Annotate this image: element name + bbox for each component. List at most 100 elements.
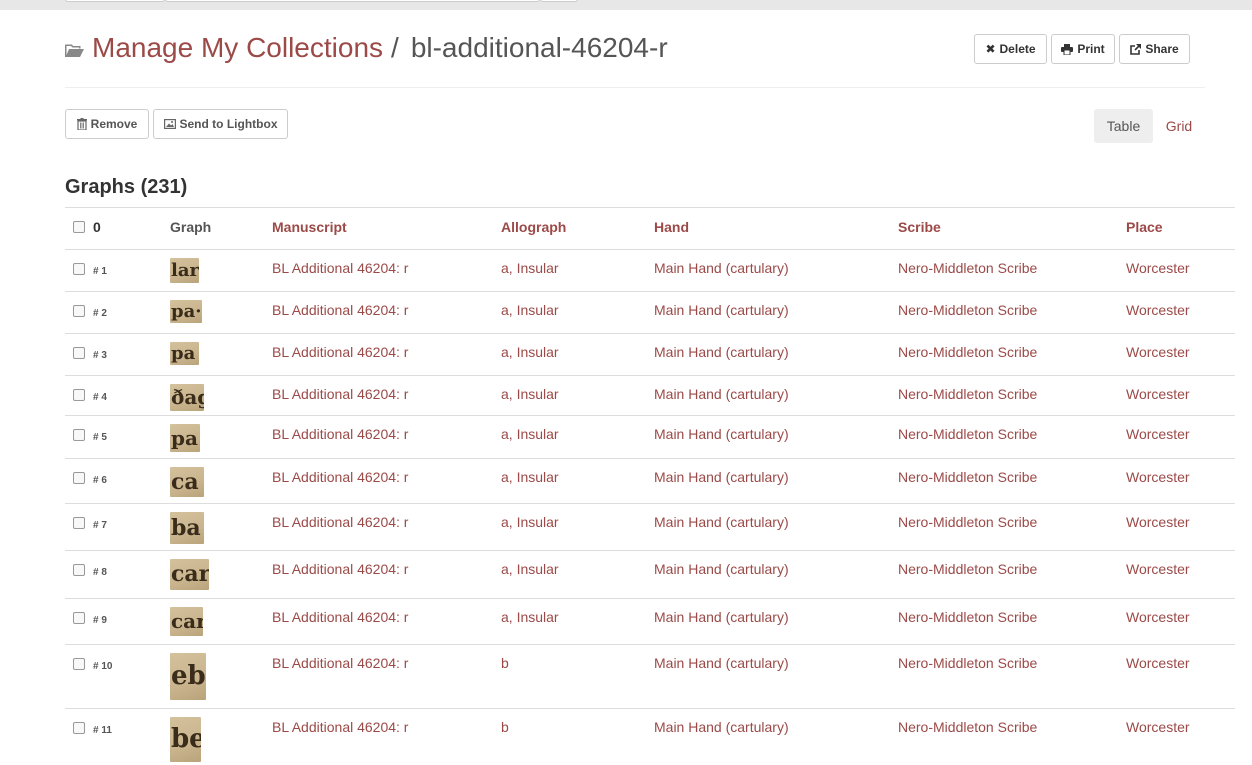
column-header-allograph[interactable]: Allograph [501, 207, 654, 250]
row-select-cell: # 10 [65, 644, 170, 709]
row-checkbox[interactable] [73, 429, 85, 441]
manuscript-cell[interactable]: BL Additional 46204: r [272, 458, 501, 504]
table-view-tab[interactable]: Table [1094, 109, 1153, 143]
scribe-cell[interactable]: Nero-Middleton Scribe [898, 375, 1126, 416]
search-input[interactable] [165, 0, 540, 2]
select-all-checkbox[interactable] [73, 221, 85, 233]
hand-cell[interactable]: Main Hand (cartulary) [654, 333, 898, 376]
column-header-hand[interactable]: Hand [654, 207, 898, 250]
place-cell[interactable]: Worcester [1126, 415, 1235, 459]
allograph-cell[interactable]: a, Insular [501, 458, 654, 504]
remove-button[interactable]: Remove [65, 109, 149, 139]
scribe-cell[interactable]: Nero-Middleton Scribe [898, 249, 1126, 292]
hand-cell[interactable]: Main Hand (cartulary) [654, 249, 898, 292]
hand-cell[interactable]: Main Hand (cartulary) [654, 644, 898, 709]
graph-thumbnail-image[interactable]: ebe [170, 653, 206, 700]
graph-thumbnail-image[interactable]: be [170, 717, 201, 762]
place-cell[interactable]: Worcester [1126, 458, 1235, 504]
hand-cell[interactable]: Main Hand (cartulary) [654, 291, 898, 334]
column-header-scribe[interactable]: Scribe [898, 207, 1126, 250]
place-cell[interactable]: Worcester [1126, 503, 1235, 551]
manuscript-cell[interactable]: BL Additional 46204: r [272, 550, 501, 599]
hand-cell[interactable]: Main Hand (cartulary) [654, 458, 898, 504]
allograph-cell[interactable]: a, Insular [501, 550, 654, 599]
place-cell[interactable]: Worcester [1126, 249, 1235, 292]
row-number: # 5 [93, 432, 107, 443]
graph-thumbnail-cell: ðag [170, 375, 272, 416]
place-cell[interactable]: Worcester [1126, 598, 1235, 645]
graph-thumbnail-image[interactable]: car [170, 607, 203, 636]
scribe-cell[interactable]: Nero-Middleton Scribe [898, 333, 1126, 376]
place-cell[interactable]: Worcester [1126, 291, 1235, 334]
hand-cell[interactable]: Main Hand (cartulary) [654, 708, 898, 765]
place-cell[interactable]: Worcester [1126, 333, 1235, 376]
allograph-cell[interactable]: a, Insular [501, 503, 654, 551]
scribe-cell[interactable]: Nero-Middleton Scribe [898, 598, 1126, 645]
share-button[interactable]: Share [1119, 34, 1190, 64]
hand-cell[interactable]: Main Hand (cartulary) [654, 375, 898, 416]
column-header-manuscript[interactable]: Manuscript [272, 207, 501, 250]
scribe-cell[interactable]: Nero-Middleton Scribe [898, 415, 1126, 459]
allograph-cell[interactable]: a, Insular [501, 333, 654, 376]
allograph-cell[interactable]: a, Insular [501, 375, 654, 416]
row-checkbox[interactable] [73, 612, 85, 624]
row-checkbox[interactable] [73, 389, 85, 401]
allograph-cell[interactable]: a, Insular [501, 415, 654, 459]
hand-cell[interactable]: Main Hand (cartulary) [654, 550, 898, 599]
allograph-cell[interactable]: b [501, 644, 654, 709]
delete-button[interactable]: ✖ Delete [974, 34, 1047, 64]
allograph-cell[interactable]: a, Insular [501, 598, 654, 645]
manuscript-cell[interactable]: BL Additional 46204: r [272, 708, 501, 765]
place-cell[interactable]: Worcester [1126, 708, 1235, 765]
row-checkbox[interactable] [73, 517, 85, 529]
row-checkbox[interactable] [73, 722, 85, 734]
scribe-cell[interactable]: Nero-Middleton Scribe [898, 458, 1126, 504]
row-checkbox[interactable] [73, 564, 85, 576]
scribe-cell[interactable]: Nero-Middleton Scribe [898, 291, 1126, 334]
manuscript-cell[interactable]: BL Additional 46204: r [272, 291, 501, 334]
graph-thumbnail-image[interactable]: ðag [170, 384, 204, 411]
graph-thumbnail-image[interactable]: pa [170, 424, 200, 452]
place-cell[interactable]: Worcester [1126, 375, 1235, 416]
manuscript-cell[interactable]: BL Additional 46204: r [272, 415, 501, 459]
table-row: # 9 car BL Additional 46204: r a, Insular Ma… [65, 598, 1235, 645]
scribe-cell[interactable]: Nero-Middleton Scribe [898, 708, 1126, 765]
breadcrumb-manage-collections-link[interactable]: Manage My Collections [92, 32, 383, 64]
graph-thumbnail-cell: car [170, 598, 272, 645]
graph-thumbnail-image[interactable]: pa [170, 342, 199, 365]
grid-view-tab[interactable]: Grid [1153, 109, 1205, 143]
column-header-place[interactable]: Place [1126, 207, 1235, 250]
hand-cell[interactable]: Main Hand (cartulary) [654, 503, 898, 551]
graph-thumbnail-glyph: ba [171, 515, 201, 541]
manuscript-cell[interactable]: BL Additional 46204: r [272, 598, 501, 645]
row-checkbox[interactable] [73, 658, 85, 670]
row-checkbox[interactable] [73, 305, 85, 317]
send-to-lightbox-button[interactable]: Send to Lightbox [153, 109, 288, 139]
search-submit-button[interactable] [540, 0, 578, 2]
graph-thumbnail-image[interactable]: car [170, 559, 209, 590]
place-cell[interactable]: Worcester [1126, 644, 1235, 709]
manuscript-cell[interactable]: BL Additional 46204: r [272, 503, 501, 551]
manuscript-cell[interactable]: BL Additional 46204: r [272, 249, 501, 292]
graph-thumbnail-image[interactable]: lar [170, 258, 199, 283]
allograph-cell[interactable]: b [501, 708, 654, 765]
scribe-cell[interactable]: Nero-Middleton Scribe [898, 550, 1126, 599]
scribe-cell[interactable]: Nero-Middleton Scribe [898, 644, 1126, 709]
print-button[interactable]: Print [1051, 34, 1115, 64]
search-scope-select[interactable] [65, 0, 165, 2]
place-cell[interactable]: Worcester [1126, 550, 1235, 599]
manuscript-cell[interactable]: BL Additional 46204: r [272, 644, 501, 709]
manuscript-cell[interactable]: BL Additional 46204: r [272, 375, 501, 416]
manuscript-cell[interactable]: BL Additional 46204: r [272, 333, 501, 376]
graph-thumbnail-image[interactable]: ba [170, 512, 204, 544]
allograph-cell[interactable]: a, Insular [501, 291, 654, 334]
hand-cell[interactable]: Main Hand (cartulary) [654, 598, 898, 645]
hand-cell[interactable]: Main Hand (cartulary) [654, 415, 898, 459]
graph-thumbnail-image[interactable]: ca [170, 467, 204, 497]
row-checkbox[interactable] [73, 263, 85, 275]
graph-thumbnail-image[interactable]: pa· [170, 300, 202, 323]
row-checkbox[interactable] [73, 347, 85, 359]
scribe-cell[interactable]: Nero-Middleton Scribe [898, 503, 1126, 551]
allograph-cell[interactable]: a, Insular [501, 249, 654, 292]
row-checkbox[interactable] [73, 472, 85, 484]
